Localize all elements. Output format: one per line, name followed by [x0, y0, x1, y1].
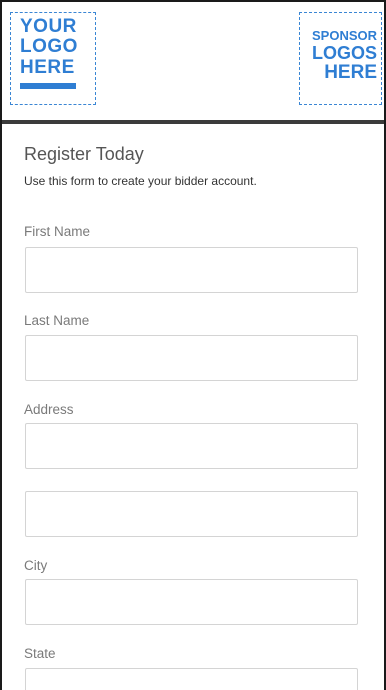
sponsor-text-line-1: SPONSOR	[311, 28, 377, 43]
sponsor-text-line-3: HERE	[324, 62, 377, 83]
sponsor-logos-placeholder: SPONSOR LOGOS HERE	[299, 12, 382, 105]
state-input[interactable]	[25, 668, 358, 690]
page-frame: YOUR LOGO HERE SPONSOR LOGOS HERE Regist…	[0, 0, 386, 690]
last-name-label: Last Name	[24, 313, 90, 328]
logo-text-line-1: YOUR	[20, 16, 77, 37]
address-label: Address	[24, 402, 74, 417]
city-label: City	[24, 558, 48, 573]
last-name-input[interactable]	[25, 335, 358, 381]
city-input[interactable]	[25, 579, 358, 625]
logo-text-line-3: HERE	[20, 57, 75, 78]
logo-text-line-2: LOGO	[20, 36, 78, 57]
header: YOUR LOGO HERE SPONSOR LOGOS HERE	[2, 2, 384, 120]
first-name-label: First Name	[24, 224, 91, 239]
state-label: State	[24, 646, 56, 661]
form-title: Register Today	[24, 144, 144, 164]
sponsor-text-line-2: LOGOS	[311, 43, 377, 63]
first-name-input[interactable]	[25, 247, 358, 293]
address-input[interactable]	[25, 423, 358, 469]
form-subtitle: Use this form to create your bidder acco…	[24, 174, 257, 188]
logo-underline-bar	[20, 83, 76, 89]
your-logo-placeholder: YOUR LOGO HERE	[10, 12, 96, 105]
address-line-2-input[interactable]	[25, 491, 358, 537]
registration-form: Register Today Use this form to create y…	[2, 124, 384, 690]
